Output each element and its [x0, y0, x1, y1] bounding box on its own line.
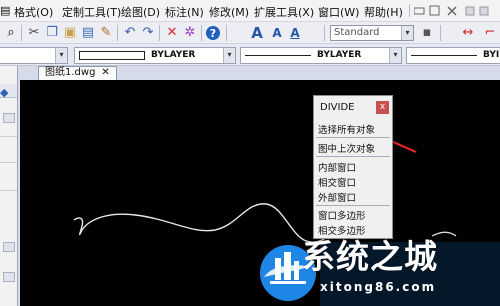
dimension-aligned-icon[interactable]: ⌐ — [482, 25, 498, 41]
option-window-crossing[interactable]: 相交窗口 — [318, 175, 356, 189]
binoculars-icon[interactable]: ⌕ — [4, 25, 18, 41]
chevron-down-icon[interactable]: ▾ — [401, 26, 413, 40]
menu-separator — [409, 4, 410, 17]
text-style-value: Standard — [334, 27, 380, 38]
option-previous-object[interactable]: 图中上次对象 — [318, 141, 375, 155]
option-divider — [316, 137, 390, 138]
scroll-up-icon[interactable] — [3, 272, 15, 282]
toolbar-separator — [226, 25, 227, 41]
redo-icon[interactable]: ↷ — [140, 25, 156, 41]
toolbar-separator — [117, 25, 118, 41]
lineweight-value: BYI — [483, 50, 500, 60]
text-toolbar-menu-icon[interactable]: ▪ — [420, 25, 434, 41]
color-swatch — [79, 51, 145, 60]
linetype-value: BYLAYER — [317, 50, 362, 60]
menu-dimension[interactable]: 标注(N) — [165, 4, 204, 20]
option-crossing-polygon[interactable]: 相交多边形 — [318, 223, 366, 237]
text-style-select[interactable]: Standard ▾ — [330, 25, 414, 41]
close-button[interactable]: x — [376, 101, 389, 114]
close-icon[interactable]: ✕ — [101, 67, 109, 78]
menu-help[interactable]: 帮助(H) — [364, 4, 403, 20]
erase-icon[interactable]: ✕ — [164, 25, 180, 41]
tab-drawing-file[interactable]: 图纸1.dwg ✕ — [38, 66, 117, 80]
undo-icon[interactable]: ↶ — [122, 25, 138, 41]
color-select[interactable]: BYLAYER ▾ — [74, 47, 236, 64]
single-line-text-icon[interactable]: A — [270, 25, 284, 41]
chevron-down-icon[interactable]: ▾ — [223, 48, 235, 63]
standard-toolbar: ⌕ ✂ ❐ ▣ ▤ ✎ ↶ ↷ ✕ ✲ ? A A A Standard ▾ ▪… — [0, 22, 500, 44]
option-window-outside[interactable]: 外部窗口 — [318, 190, 356, 204]
edit-text-icon[interactable]: A — [288, 25, 302, 41]
text-style-icon[interactable]: A — [248, 25, 266, 41]
window-controls-icon[interactable] — [414, 5, 494, 17]
menu-format[interactable]: 格式(O) — [14, 4, 53, 20]
menu-extend-tools[interactable]: 扩展工具(X) — [254, 4, 314, 20]
option-select-all-objects[interactable]: 选择所有对象 — [318, 122, 375, 136]
lineweight-select[interactable]: BYI — [406, 47, 500, 64]
toolbar-separator — [324, 25, 325, 41]
toolbar-separator — [440, 25, 441, 41]
menu-draw[interactable]: 绘图(D) — [121, 4, 160, 20]
properties-toolbar: ▾ BYLAYER ▾ BYLAYER ▾ BYI — [0, 44, 500, 66]
drawing-canvas[interactable]: 系统之城 xitong86.com — [20, 80, 500, 306]
chevron-down-icon[interactable]: ▾ — [55, 48, 67, 63]
menu-item-format-partial[interactable]: ▤ — [0, 4, 10, 17]
copy-block-icon[interactable]: ▤ — [80, 25, 96, 41]
scroll-up-icon[interactable] — [3, 113, 15, 123]
paste-icon[interactable]: ▣ — [62, 25, 78, 41]
linetype-preview — [245, 55, 311, 56]
left-side-panel — [0, 66, 18, 306]
color-value: BYLAYER — [151, 50, 196, 60]
layer-combo-partial[interactable]: ▾ — [0, 47, 68, 64]
option-window-inside[interactable]: 内部窗口 — [318, 160, 356, 174]
toolbar-separator — [21, 25, 22, 41]
popup-title: DIVIDE — [320, 102, 355, 113]
purge-icon[interactable]: ✲ — [182, 25, 198, 41]
option-divider — [316, 205, 390, 206]
tab-label: 图纸1.dwg — [45, 67, 96, 78]
toolbar-separator — [159, 25, 160, 41]
dimension-linear-icon[interactable]: ↔ — [458, 25, 478, 41]
menu-bar: ▤ 格式(O) 定制工具(T) 绘图(D) 标注(N) 修改(M) 扩展工具(X… — [0, 0, 500, 22]
menu-custom-tools[interactable]: 定制工具(T) — [62, 4, 121, 20]
match-properties-icon[interactable]: ✎ — [98, 25, 114, 41]
copy-icon[interactable]: ❐ — [44, 25, 60, 41]
lineweight-preview — [411, 55, 477, 56]
divide-popup: DIVIDE x 选择所有对象 图中上次对象 内部窗口 相交窗口 外部窗口 窗口… — [313, 95, 393, 239]
help-icon[interactable]: ? — [205, 25, 221, 41]
toolbar-separator — [201, 25, 202, 41]
option-divider — [316, 156, 390, 157]
scroll-down-icon[interactable] — [3, 242, 15, 252]
option-window-polygon[interactable]: 窗口多边形 — [318, 208, 366, 222]
svg-text:?: ? — [210, 27, 216, 40]
chevron-down-icon[interactable]: ▾ — [389, 48, 401, 63]
linetype-select[interactable]: BYLAYER ▾ — [240, 47, 402, 64]
palette-icon[interactable]: ◆ — [0, 86, 16, 99]
cut-icon[interactable]: ✂ — [26, 25, 42, 41]
watermark-url: xitong86.com — [320, 280, 437, 294]
menu-window[interactable]: 窗口(W) — [318, 4, 359, 20]
menu-modify[interactable]: 修改(M) — [209, 4, 249, 20]
